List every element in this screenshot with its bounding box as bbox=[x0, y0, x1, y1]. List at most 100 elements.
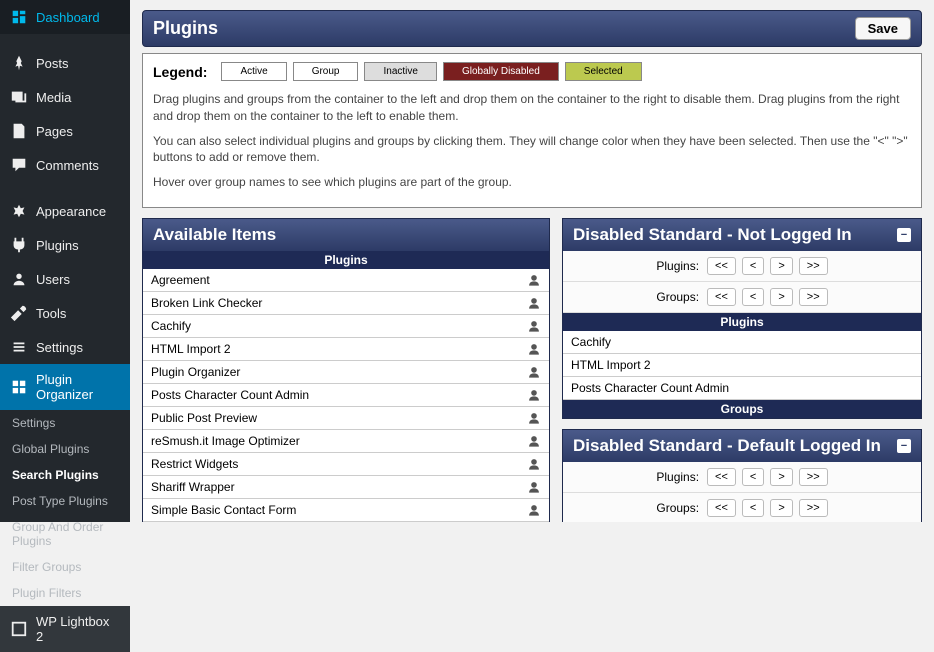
sidebar-item-dashboard[interactable]: Dashboard bbox=[0, 0, 130, 34]
move-button[interactable]: < bbox=[742, 257, 764, 275]
user-icon bbox=[527, 342, 541, 356]
sidebar-footer-wp-lightbox[interactable]: WP Lightbox 2 bbox=[0, 606, 130, 652]
collapse-icon[interactable]: − bbox=[897, 439, 911, 453]
sidebar-item-tools[interactable]: Tools bbox=[0, 296, 130, 330]
available-item[interactable]: Cachify bbox=[143, 315, 549, 338]
plugin-organizer-icon bbox=[10, 378, 28, 396]
controls-label: Plugins: bbox=[656, 470, 699, 484]
move-button[interactable]: << bbox=[707, 499, 736, 517]
move-button[interactable]: << bbox=[707, 288, 736, 306]
sub-item-search-plugins[interactable]: Search Plugins bbox=[0, 462, 130, 488]
legend-text-2: You can also select individual plugins a… bbox=[153, 133, 911, 167]
available-item[interactable]: Simple Basic Contact Form bbox=[143, 499, 549, 522]
legend-chip-group: Group bbox=[293, 62, 359, 81]
move-button[interactable]: << bbox=[707, 257, 736, 275]
sub-item-group-and-order[interactable]: Group And Order Plugins bbox=[0, 514, 130, 554]
move-button[interactable]: >> bbox=[799, 257, 828, 275]
disabled-sub-plugins: Plugins bbox=[563, 313, 921, 331]
sidebar-item-media[interactable]: Media bbox=[0, 80, 130, 114]
move-button[interactable]: > bbox=[770, 257, 792, 275]
available-item[interactable]: Restrict Widgets bbox=[143, 453, 549, 476]
main-content: Plugins Save Legend: Active Group Inacti… bbox=[130, 0, 934, 522]
legend-row: Legend: Active Group Inactive Globally D… bbox=[153, 62, 911, 81]
dashboard-icon bbox=[10, 8, 28, 26]
sidebar-item-pages[interactable]: Pages bbox=[0, 114, 130, 148]
sub-item-plugin-filters[interactable]: Plugin Filters bbox=[0, 580, 130, 606]
disabled-item[interactable]: Cachify bbox=[563, 331, 921, 354]
move-button[interactable]: > bbox=[770, 468, 792, 486]
sidebar-label: Dashboard bbox=[36, 10, 100, 25]
available-item[interactable]: Plugin Organizer bbox=[143, 361, 549, 384]
item-label: Public Post Preview bbox=[151, 411, 257, 425]
user-icon bbox=[527, 273, 541, 287]
user-icon bbox=[527, 434, 541, 448]
available-list[interactable]: Agreement Broken Link Checker Cachify HTML … bbox=[143, 269, 549, 522]
comments-icon bbox=[10, 156, 28, 174]
move-button[interactable]: >> bbox=[799, 499, 828, 517]
move-button[interactable]: > bbox=[770, 499, 792, 517]
disabled-sub-groups: Groups bbox=[563, 400, 921, 418]
sidebar-label: Posts bbox=[36, 56, 69, 71]
sidebar-item-settings[interactable]: Settings bbox=[0, 330, 130, 364]
move-button[interactable]: > bbox=[770, 288, 792, 306]
user-icon bbox=[527, 480, 541, 494]
move-button[interactable]: >> bbox=[799, 468, 828, 486]
users-icon bbox=[10, 270, 28, 288]
available-item[interactable]: Agreement bbox=[143, 269, 549, 292]
disabled-panel-header: Disabled Standard - Default Logged In − bbox=[563, 430, 921, 462]
available-item[interactable]: Public Post Preview bbox=[143, 407, 549, 430]
plugins-icon bbox=[10, 236, 28, 254]
available-item[interactable]: Posts Character Count Admin bbox=[143, 384, 549, 407]
sub-item-settings[interactable]: Settings bbox=[0, 410, 130, 436]
sidebar-item-posts[interactable]: Posts bbox=[0, 46, 130, 80]
disabled-panel: Disabled Standard - Default Logged In − Pl… bbox=[562, 429, 922, 522]
sidebar-label: Media bbox=[36, 90, 71, 105]
sidebar-label: Plugin Organizer bbox=[36, 372, 120, 402]
move-button[interactable]: < bbox=[742, 499, 764, 517]
page-header: Plugins Save bbox=[142, 10, 922, 47]
item-label: Restrict Widgets bbox=[151, 457, 238, 471]
sub-item-filter-groups[interactable]: Filter Groups bbox=[0, 554, 130, 580]
available-sub-plugins: Plugins bbox=[143, 251, 549, 269]
save-button[interactable]: Save bbox=[855, 17, 911, 40]
item-label: Cachify bbox=[151, 319, 191, 333]
sidebar-label: Users bbox=[36, 272, 70, 287]
available-item[interactable]: Broken Link Checker bbox=[143, 292, 549, 315]
item-label: Broken Link Checker bbox=[151, 296, 262, 310]
disabled-item[interactable]: Posts Character Count Admin bbox=[563, 377, 921, 400]
sidebar-item-plugin-organizer[interactable]: Plugin Organizer bbox=[0, 364, 130, 410]
legend-chip-active: Active bbox=[221, 62, 286, 81]
user-icon bbox=[527, 457, 541, 471]
legend-chip-inactive: Inactive bbox=[364, 62, 436, 81]
available-item[interactable]: HTML Import 2 bbox=[143, 338, 549, 361]
disabled-panel-header: Disabled Standard - Not Logged In− bbox=[563, 219, 921, 251]
col-available: Available Items Plugins Agreement Broken … bbox=[142, 218, 550, 522]
user-icon bbox=[527, 296, 541, 310]
move-button[interactable]: < bbox=[742, 288, 764, 306]
available-item[interactable]: reSmush.it Image Optimizer bbox=[143, 430, 549, 453]
sidebar-item-users[interactable]: Users bbox=[0, 262, 130, 296]
sub-item-post-type-plugins[interactable]: Post Type Plugins bbox=[0, 488, 130, 514]
sub-item-global-plugins[interactable]: Global Plugins bbox=[0, 436, 130, 462]
legend-label: Legend: bbox=[153, 64, 207, 80]
available-header: Available Items bbox=[143, 219, 549, 251]
page-title: Plugins bbox=[153, 18, 218, 39]
sidebar-label: Pages bbox=[36, 124, 73, 139]
disabled-panel-title: Disabled Standard - Default Logged In bbox=[573, 436, 881, 456]
sidebar-item-appearance[interactable]: Appearance bbox=[0, 194, 130, 228]
pin-icon bbox=[10, 54, 28, 72]
move-button[interactable]: >> bbox=[799, 288, 828, 306]
move-button[interactable]: < bbox=[742, 468, 764, 486]
collapse-icon[interactable]: − bbox=[897, 228, 911, 242]
disabled-panel: Disabled Standard - Not Logged In− Plugin… bbox=[562, 218, 922, 419]
legend-text: Drag plugins and groups from the contain… bbox=[153, 91, 911, 191]
sidebar-item-comments[interactable]: Comments bbox=[0, 148, 130, 182]
admin-sidebar: Dashboard Posts Media Pages Comments App… bbox=[0, 0, 130, 522]
item-label: HTML Import 2 bbox=[151, 342, 231, 356]
available-item[interactable]: Shariff Wrapper bbox=[143, 476, 549, 499]
legend-text-1: Drag plugins and groups from the contain… bbox=[153, 91, 911, 125]
sidebar-item-plugins[interactable]: Plugins bbox=[0, 228, 130, 262]
disabled-item[interactable]: HTML Import 2 bbox=[563, 354, 921, 377]
move-button[interactable]: << bbox=[707, 468, 736, 486]
item-label: Agreement bbox=[151, 273, 210, 287]
